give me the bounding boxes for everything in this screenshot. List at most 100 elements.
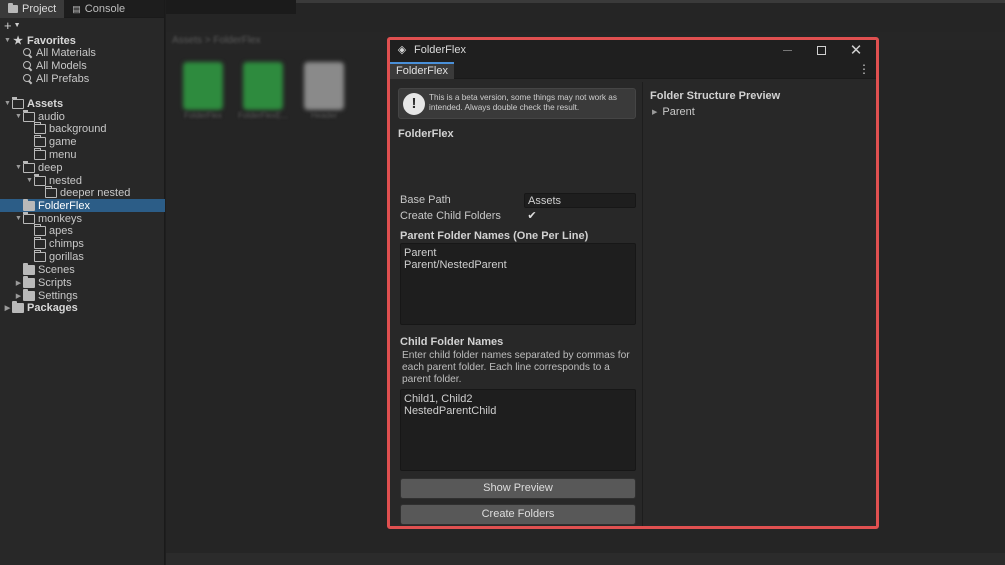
parent-folder-textarea[interactable]: Parent Parent/NestedParent — [400, 243, 636, 325]
kebab-menu-icon[interactable]: ⋮ — [858, 63, 870, 75]
tree-item-label: game — [49, 135, 77, 148]
asset-label: FolderFlex — [184, 111, 222, 120]
folder-open-icon — [23, 109, 35, 122]
warning-icon: ! — [403, 93, 425, 115]
tree-item[interactable]: game — [0, 134, 165, 148]
expand-right-icon[interactable]: ▶ — [3, 304, 12, 312]
base-path-label: Base Path — [400, 194, 451, 206]
tree-item[interactable]: background — [0, 121, 165, 135]
preview-item-parent[interactable]: ▶ Parent — [652, 106, 695, 118]
close-icon: ✕ — [849, 42, 863, 59]
window-title: FolderFlex — [414, 44, 466, 56]
child-line: NestedParentChild — [404, 405, 497, 417]
folder-empty-icon — [34, 236, 46, 249]
expand-down-icon[interactable]: ▼ — [14, 113, 23, 120]
folder-closed-icon — [23, 288, 35, 301]
folder-closed-icon — [12, 300, 24, 313]
breadcrumb-text: Assets > FolderFlex — [172, 35, 261, 46]
tree-item-label: FolderFlex — [38, 199, 90, 212]
tree-item[interactable]: FolderFlex — [0, 198, 165, 212]
tree-item-label: menu — [49, 148, 77, 161]
tree-item-label: Favorites — [27, 34, 76, 47]
tree-item-label: monkeys — [38, 212, 83, 225]
folderflex-window: ◈ FolderFlex ✕ FolderFlex ⋮ ! This is a … — [387, 37, 879, 529]
child-folder-heading: Child Folder Names — [400, 336, 504, 348]
preview-item-label: Parent — [662, 106, 695, 118]
toolbar-strip — [296, 0, 1005, 3]
tree-item-label: gorillas — [49, 250, 84, 263]
section-title: FolderFlex — [398, 128, 454, 140]
tree-item[interactable]: gorillas — [0, 249, 165, 263]
tree-item[interactable]: chimps — [0, 236, 165, 250]
search-icon — [23, 47, 33, 58]
preview-title: Folder Structure Preview — [650, 90, 781, 102]
tree-item-label: Scripts — [38, 276, 72, 289]
tree-item[interactable]: menu — [0, 147, 165, 161]
tree-item-label: apes — [49, 224, 73, 237]
create-folders-button[interactable]: Create Folders — [400, 504, 636, 525]
parent-folder-heading: Parent Folder Names (One Per Line) — [400, 230, 589, 242]
base-path-input[interactable] — [524, 193, 636, 208]
expand-down-icon[interactable]: ▼ — [14, 215, 23, 222]
window-title-bar[interactable]: ◈ FolderFlex ✕ — [390, 40, 876, 60]
tab-console[interactable]: ▤ Console — [64, 0, 133, 18]
folder-closed-icon — [23, 198, 35, 211]
folder-open-icon — [23, 211, 35, 224]
folder-empty-icon — [34, 134, 46, 147]
maximize-icon — [816, 45, 826, 55]
expand-down-icon[interactable]: ▼ — [14, 164, 23, 171]
tree-item-label: chimps — [49, 237, 84, 250]
tree-item[interactable]: ▶ Scripts — [0, 275, 165, 289]
asset-thumbnail-folderflex[interactable] — [183, 62, 223, 110]
tree-item[interactable]: ▶ Packages — [0, 300, 165, 314]
tree-item[interactable]: ▼ deep — [0, 160, 165, 174]
tree-item[interactable]: All Materials — [0, 46, 165, 59]
close-button[interactable]: ✕ — [839, 40, 873, 60]
preview-column: Folder Structure Preview ▶ Parent — [644, 82, 876, 526]
folder-open-icon — [34, 173, 46, 186]
minimize-icon — [782, 49, 792, 51]
tree-item-label: Assets — [27, 97, 64, 110]
folder-empty-icon — [34, 223, 46, 236]
search-icon — [23, 60, 33, 71]
expand-down-icon[interactable]: ▼ — [3, 100, 12, 107]
show-preview-button[interactable]: Show Preview — [400, 478, 636, 499]
expand-down-icon[interactable]: ▼ — [25, 177, 34, 184]
child-line: Child1, Child2 — [404, 393, 473, 405]
beta-warning-box: ! This is a beta version, some things ma… — [398, 88, 636, 119]
expand-down-icon[interactable]: ▼ — [3, 37, 12, 44]
parent-line: Parent/NestedParent — [404, 259, 507, 271]
create-child-checkbox[interactable]: ✔ — [526, 210, 538, 222]
maximize-button[interactable] — [804, 40, 838, 60]
asset-thumbnail-header[interactable] — [304, 62, 344, 110]
tab-project[interactable]: Project — [0, 0, 65, 18]
tree-item[interactable]: All Prefabs — [0, 72, 165, 85]
expand-right-icon[interactable]: ▶ — [14, 279, 23, 287]
tree-item[interactable]: Scenes — [0, 262, 165, 276]
tab-folderflex[interactable]: FolderFlex — [390, 62, 454, 79]
folder-icon — [8, 3, 18, 13]
chevron-down-icon: ▼ — [13, 22, 21, 29]
tree-item[interactable]: All Models — [0, 59, 165, 72]
add-button[interactable]: + ▼ — [0, 18, 164, 33]
asset-label: FolderFlexE... — [238, 111, 288, 120]
settings-column: ! This is a beta version, some things ma… — [390, 82, 643, 526]
asset-thumbnail-folderflex-editor[interactable] — [243, 62, 283, 110]
project-panel: Project ▤ Console + ▼ ▼ ★ Favorites All Mat… — [0, 0, 165, 565]
minimize-button[interactable] — [770, 40, 804, 60]
tab-console-label: Console — [84, 3, 126, 15]
expand-right-icon[interactable]: ▶ — [14, 292, 23, 300]
tree-item-label: audio — [38, 110, 65, 123]
tree-item[interactable]: deeper nested — [0, 185, 165, 199]
child-folder-textarea[interactable]: Child1, Child2 NestedParentChild — [400, 389, 636, 471]
tree-item-label: background — [49, 122, 107, 135]
expand-arrow-icon: ▶ — [652, 109, 658, 116]
tree-item[interactable]: apes — [0, 223, 165, 237]
tree-item[interactable]: ▼ Assets — [0, 96, 165, 110]
window-tab-bar: FolderFlex ⋮ — [390, 60, 876, 79]
tree-item-label: deep — [38, 161, 63, 174]
tree-item-label: Settings — [38, 289, 78, 302]
tree-item-label: deeper nested — [60, 186, 131, 199]
panel-tab-strip: Project ▤ Console — [0, 0, 164, 18]
asset-label: Header — [310, 111, 338, 120]
